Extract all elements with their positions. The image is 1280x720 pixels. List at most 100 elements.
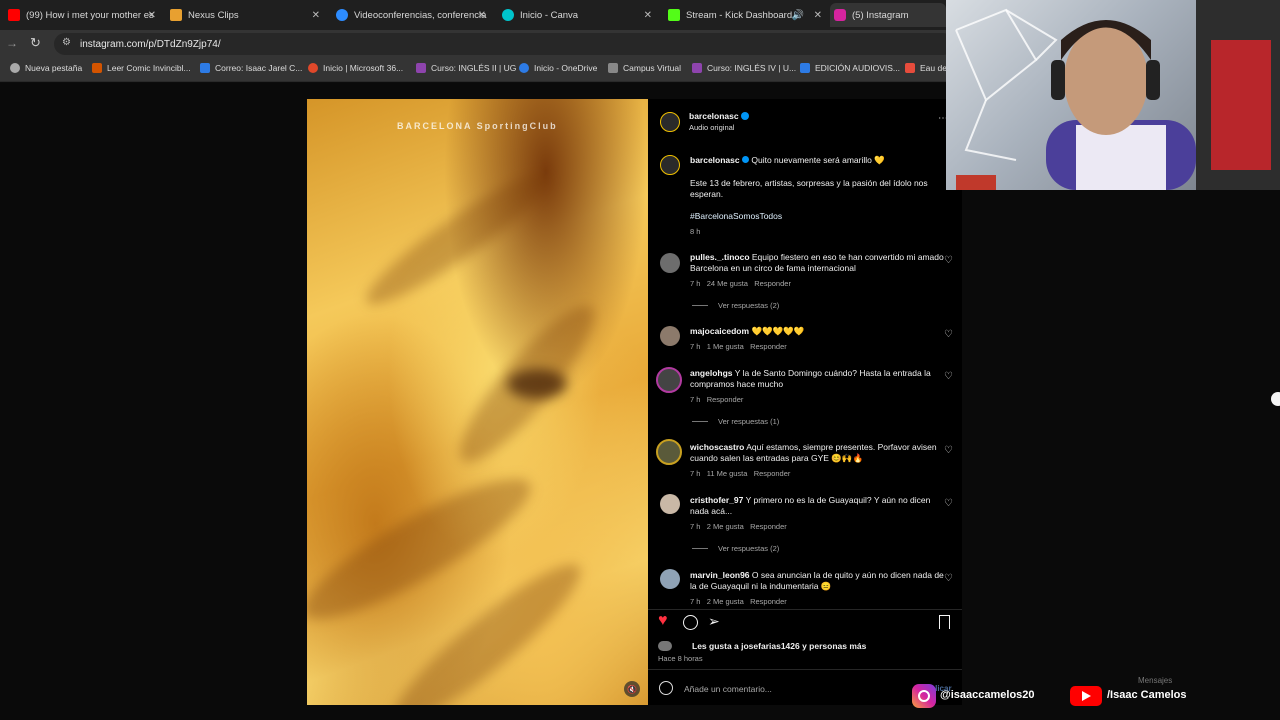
- bookmark-item[interactable]: Inicio | Microsoft 36...: [308, 63, 403, 73]
- post-time: 8 h: [690, 227, 701, 236]
- commenter-avatar[interactable]: [656, 367, 682, 393]
- reply-button[interactable]: Responder: [754, 469, 791, 478]
- post-panel: barcelonasc Audio original ⋯ barcelonasc…: [648, 99, 962, 705]
- commenter-avatar[interactable]: [660, 569, 680, 589]
- speaker-icon[interactable]: 🔊: [792, 10, 804, 21]
- close-icon[interactable]: ✕: [312, 10, 320, 21]
- tab-title: Nexus Clips: [188, 9, 239, 21]
- comment-likes[interactable]: 2 Me gusta: [707, 522, 744, 531]
- doc-icon: [800, 63, 810, 73]
- bookmark-item[interactable]: Eau de: [905, 63, 947, 73]
- caption-hashtag[interactable]: #BarcelonaSomosTodos: [690, 211, 782, 222]
- emoji-icon[interactable]: [659, 681, 673, 695]
- forward-icon[interactable]: →: [6, 36, 18, 50]
- tab-nexus[interactable]: Nexus Clips ✕: [166, 3, 324, 27]
- share-icon[interactable]: ➢: [708, 613, 720, 630]
- likes-summary[interactable]: Les gusta a josefarias1426 y personas má…: [692, 641, 866, 652]
- onedrive-icon: [519, 63, 529, 73]
- bookmark-item[interactable]: Curso: INGLÉS IV | U...: [692, 63, 796, 73]
- close-icon[interactable]: ✕: [478, 10, 486, 21]
- bookmark-item[interactable]: Correo: Isaac Jarel C...: [200, 63, 302, 73]
- liker-avatars: [658, 641, 672, 651]
- comment-likes[interactable]: 1 Me gusta: [707, 342, 744, 351]
- author-avatar[interactable]: [660, 112, 680, 132]
- reply-button[interactable]: Responder: [750, 522, 787, 531]
- divider: [648, 669, 962, 670]
- globe-icon: [10, 63, 20, 73]
- close-icon[interactable]: ✕: [148, 10, 156, 21]
- comment-likes[interactable]: 2 Me gusta: [707, 597, 744, 606]
- tab-title: (5) Instagram: [852, 9, 909, 21]
- commenter-avatar[interactable]: [660, 494, 680, 514]
- bookmark-item[interactable]: Leer Comic Invincibl...: [92, 63, 191, 73]
- url-field[interactable]: ⚙ instagram.com/p/DTdZn9Zjp74/: [54, 33, 954, 55]
- comment-user[interactable]: wichoscastro: [690, 442, 744, 452]
- bookmark-item[interactable]: Nueva pestaña: [10, 63, 82, 73]
- bookmark-item[interactable]: EDICIÓN AUDIOVIS...: [800, 63, 900, 73]
- comment-input[interactable]: Añade un comentario...: [684, 684, 772, 694]
- tab-title: Videoconferencias, conferencia: [354, 9, 487, 21]
- bookmark-label: Leer Comic Invincibl...: [107, 63, 191, 73]
- heart-icon[interactable]: ♡: [944, 573, 953, 584]
- bookmark-item[interactable]: Curso: INGLÉS II | UG: [416, 63, 516, 73]
- bookmark-label: Inicio - OneDrive: [534, 63, 598, 73]
- tab-kick[interactable]: Stream - Kick Dashboard 🔊 ✕: [664, 3, 826, 27]
- reply-button[interactable]: Responder: [754, 279, 791, 288]
- commenter-avatar[interactable]: [660, 253, 680, 273]
- comment-user[interactable]: angelohgs: [690, 368, 733, 378]
- comment-user[interactable]: cristhofer_97: [690, 495, 743, 505]
- next-arrow-icon[interactable]: [1271, 392, 1280, 406]
- divider: [692, 548, 708, 549]
- author-name[interactable]: barcelonasc: [689, 111, 739, 121]
- bookmark-label: Curso: INGLÉS IV | U...: [707, 63, 797, 73]
- flame-streak: [507, 369, 567, 399]
- like-heart-icon[interactable]: ♥: [658, 612, 668, 630]
- heart-icon[interactable]: ♡: [944, 329, 953, 340]
- tab-zoom[interactable]: Videoconferencias, conferencia ✕: [332, 3, 490, 27]
- comment-user[interactable]: marvin_leon96: [690, 570, 750, 580]
- reply-button[interactable]: Responder: [750, 597, 787, 606]
- course-icon: [416, 63, 426, 73]
- bookmark-label: Nueva pestaña: [25, 63, 83, 73]
- view-replies-label: Ver respuestas (2): [718, 301, 780, 310]
- nexus-icon: [170, 9, 182, 21]
- comment-user[interactable]: pulles._.tinoco: [690, 252, 750, 262]
- author-avatar[interactable]: [660, 155, 680, 175]
- heart-icon[interactable]: ♡: [944, 498, 953, 509]
- reload-icon[interactable]: ↻: [30, 35, 41, 51]
- view-replies-label: Ver respuestas (1): [718, 417, 780, 426]
- close-icon[interactable]: ✕: [644, 10, 652, 21]
- tab-instagram[interactable]: (5) Instagram: [830, 3, 946, 27]
- close-icon[interactable]: ✕: [814, 10, 822, 21]
- heart-icon[interactable]: ♡: [944, 445, 953, 456]
- audio-label[interactable]: Audio original: [689, 123, 734, 132]
- tab-youtube[interactable]: (99) How i met your mother es ✕: [4, 3, 160, 27]
- comment-likes[interactable]: 24 Me gusta: [707, 279, 748, 288]
- tab-canva[interactable]: Inicio - Canva ✕: [498, 3, 656, 27]
- heart-icon[interactable]: ♡: [944, 255, 953, 266]
- comment-icon[interactable]: [683, 615, 698, 630]
- bookmark-item[interactable]: Inicio - OneDrive: [519, 63, 597, 73]
- campus-icon: [608, 63, 618, 73]
- reel-video[interactable]: BARCELONA SportingClub 🔇: [307, 99, 648, 705]
- view-replies[interactable]: Ver respuestas (2): [692, 301, 779, 310]
- comment-text: 💛💛💛💛💛: [751, 326, 805, 336]
- comment-user[interactable]: majocaicedom: [690, 326, 749, 336]
- site-settings-icon[interactable]: ⚙: [62, 37, 71, 48]
- mute-icon[interactable]: 🔇: [624, 681, 640, 697]
- view-replies[interactable]: Ver respuestas (2): [692, 544, 779, 553]
- bookmark-label: Eau de: [920, 63, 947, 73]
- comment-likes[interactable]: 11 Me gusta: [707, 469, 748, 478]
- bookmark-item[interactable]: Campus Virtual: [608, 63, 681, 73]
- reply-button[interactable]: Responder: [707, 395, 744, 404]
- reply-button[interactable]: Responder: [750, 342, 787, 351]
- kick-icon: [668, 9, 680, 21]
- commenter-avatar[interactable]: [656, 439, 682, 465]
- caption-author[interactable]: barcelonasc: [690, 155, 740, 165]
- heart-icon[interactable]: ♡: [944, 371, 953, 382]
- view-replies[interactable]: Ver respuestas (1): [692, 417, 779, 426]
- messages-label: Mensajes: [1138, 676, 1173, 685]
- bookmark-icon[interactable]: [939, 615, 950, 629]
- shop-icon: [905, 63, 915, 73]
- commenter-avatar[interactable]: [660, 326, 680, 346]
